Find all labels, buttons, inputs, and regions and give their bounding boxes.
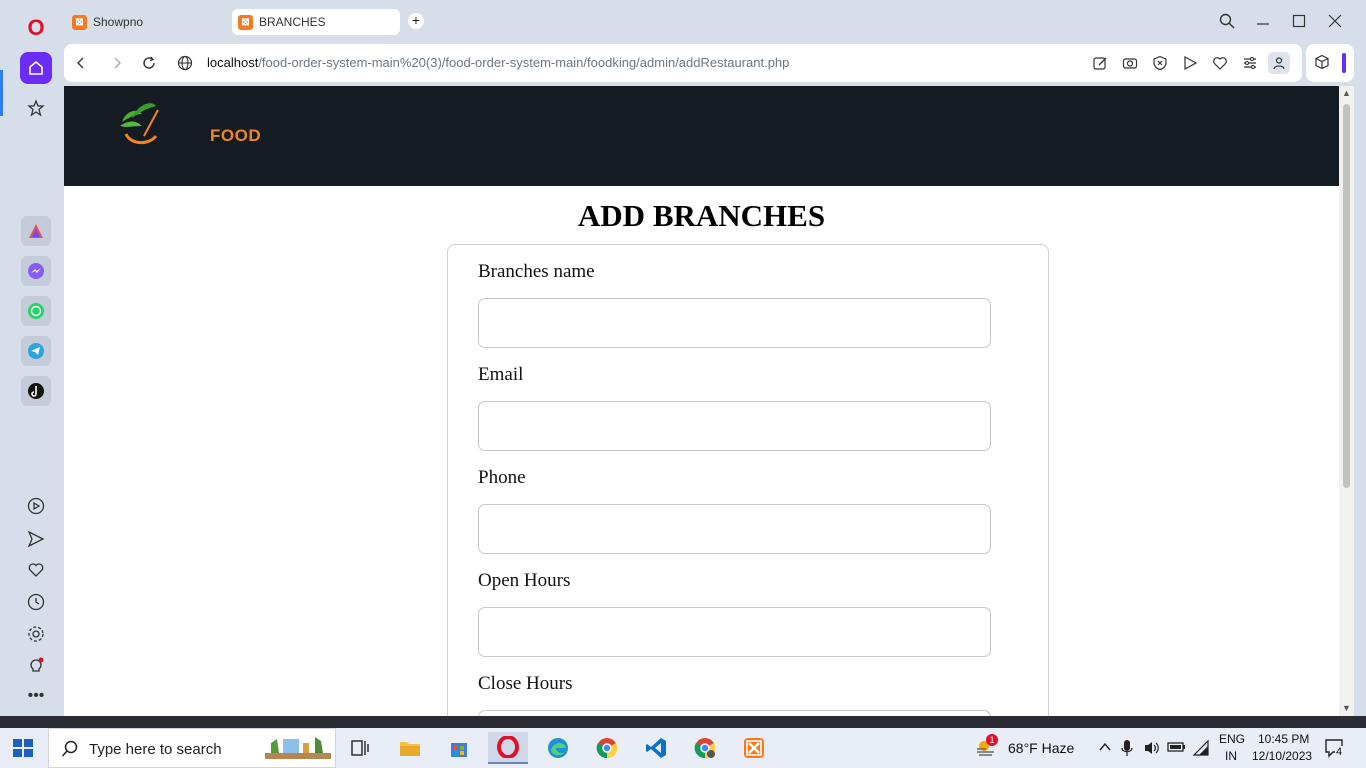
phone-label: Phone	[478, 467, 526, 488]
weather-alert-badge: 1	[986, 734, 998, 746]
wifi-icon[interactable]	[1192, 739, 1210, 762]
weather-icon[interactable]: 1	[974, 734, 998, 760]
heart-icon[interactable]	[24, 558, 48, 582]
windows-start-button[interactable]	[12, 738, 34, 758]
pinboards-star-icon[interactable]	[24, 96, 48, 120]
url-field[interactable]: localhost/food-order-system-main%20(3)/f…	[207, 55, 789, 70]
page-scrollbar[interactable]: ▲ ▼	[1339, 86, 1354, 716]
tiktok-icon[interactable]	[21, 376, 51, 406]
edge-icon[interactable]	[538, 732, 578, 764]
close-hours-label: Close Hours	[478, 673, 573, 694]
aria-ai-icon[interactable]	[21, 216, 51, 246]
minimize-button[interactable]	[1254, 12, 1272, 30]
file-explorer-icon[interactable]	[390, 732, 430, 764]
close-window-button[interactable]	[1326, 12, 1344, 30]
open-hours-input[interactable]	[478, 607, 991, 657]
add-branch-form: Branches name Email Phone Open Hours Clo…	[447, 244, 1049, 716]
forward-button[interactable]	[108, 54, 126, 72]
volume-speaker-icon[interactable]	[1143, 739, 1161, 762]
microsoft-store-icon[interactable]	[439, 732, 479, 764]
more-ellipsis-icon[interactable]: •••	[24, 684, 48, 708]
send-to-flow-icon[interactable]	[1181, 54, 1199, 72]
maximize-button[interactable]	[1290, 12, 1308, 30]
xampp-favicon-icon: ⊠	[72, 14, 87, 30]
taskbar-search-box[interactable]: Type here to search	[48, 728, 336, 768]
notification-count: 4	[1335, 746, 1344, 758]
windows-taskbar: Type here to search 1 68°F Haze ENG IN 1…	[0, 728, 1366, 768]
player-icon[interactable]	[24, 494, 48, 518]
settings-gear-icon[interactable]	[24, 622, 48, 646]
windows-logo-icon	[13, 739, 33, 757]
address-bar: localhost/food-order-system-main%20(3)/f…	[64, 44, 1302, 82]
tab-bar: ⊠ Showpno ⊠ BRANCHES +	[62, 0, 1366, 42]
whatsapp-icon[interactable]	[21, 296, 51, 326]
notifications-icon[interactable]: 4	[1324, 738, 1344, 763]
new-tab-button[interactable]: +	[408, 13, 424, 29]
language-primary[interactable]: ENG	[1219, 732, 1245, 746]
edit-snapshot-icon[interactable]	[1091, 54, 1109, 72]
telegram-icon[interactable]	[21, 336, 51, 366]
tab-search-icon[interactable]	[1218, 12, 1236, 30]
battery-icon[interactable]	[1167, 740, 1187, 759]
extensions-area	[1306, 44, 1354, 82]
sidebar-toggle-bar[interactable]	[1342, 53, 1346, 73]
site-header-banner: FOOD	[64, 86, 1339, 186]
clock-date[interactable]: 12/10/2023	[1252, 749, 1312, 763]
show-hidden-icons-chevron-icon[interactable]	[1098, 740, 1112, 759]
sidebar-active-indicator	[0, 70, 3, 116]
scroll-up-arrow-icon[interactable]: ▲	[1342, 89, 1351, 98]
branch-name-label: Branches name	[478, 261, 595, 282]
branch-name-input[interactable]	[478, 298, 991, 348]
history-clock-icon[interactable]	[24, 590, 48, 614]
background-window-strip	[0, 716, 1366, 728]
site-info-globe-icon[interactable]	[176, 54, 194, 72]
phone-input[interactable]	[478, 504, 991, 554]
url-host: localhost	[207, 55, 259, 70]
site-logo[interactable]: FOOD	[114, 96, 261, 146]
easy-setup-sliders-icon[interactable]	[1241, 54, 1259, 72]
email-label: Email	[478, 364, 524, 385]
search-icon	[61, 740, 78, 757]
microphone-icon[interactable]	[1121, 739, 1133, 762]
chrome-profile-icon[interactable]	[685, 732, 725, 764]
tab-branches[interactable]: ⊠ BRANCHES	[232, 9, 400, 35]
messenger-icon[interactable]	[21, 256, 51, 286]
search-placeholder: Type here to search	[89, 741, 222, 758]
extensions-cube-icon[interactable]	[1314, 54, 1330, 75]
xampp-taskbar-icon[interactable]	[734, 732, 774, 764]
xampp-favicon-icon: ⊠	[238, 14, 253, 30]
opera-taskbar-icon[interactable]	[488, 732, 528, 764]
tab-showpno[interactable]: ⊠ Showpno	[66, 9, 226, 35]
send-icon[interactable]	[24, 527, 48, 551]
search-highlight-art-icon	[265, 737, 331, 759]
tips-lightbulb-icon[interactable]	[24, 654, 48, 678]
page-title: ADD BRANCHES	[577, 198, 826, 233]
logo-text: FOOD	[210, 126, 262, 145]
open-hours-label: Open Hours	[478, 570, 571, 591]
scroll-down-arrow-icon[interactable]: ▼	[1342, 704, 1351, 713]
reload-button[interactable]	[140, 54, 158, 72]
tab-label: Showpno	[93, 15, 144, 29]
back-button[interactable]	[72, 54, 90, 72]
camera-icon[interactable]	[1121, 54, 1139, 72]
vscode-icon[interactable]	[636, 732, 676, 764]
page-viewport: FOOD ADD BRANCHES Branches name Email Ph…	[64, 86, 1354, 716]
scrollbar-thumb[interactable]	[1343, 104, 1350, 488]
profile-avatar-icon[interactable]	[1268, 52, 1290, 74]
task-view-icon[interactable]	[340, 732, 380, 764]
food-logo-icon	[120, 103, 159, 144]
opera-logo-icon[interactable]: O	[24, 16, 48, 40]
clock-time[interactable]: 10:45 PM	[1258, 732, 1309, 746]
tab-label: BRANCHES	[259, 15, 326, 29]
bookmark-heart-icon[interactable]	[1211, 54, 1229, 72]
home-button[interactable]	[20, 52, 52, 84]
adblock-shield-icon[interactable]	[1151, 54, 1169, 72]
language-region[interactable]: IN	[1225, 749, 1237, 763]
home-icon	[29, 60, 43, 75]
weather-text[interactable]: 68°F Haze	[1008, 740, 1074, 756]
email-input[interactable]	[478, 401, 991, 451]
browser-sidebar: O •••	[0, 0, 62, 718]
url-path: /food-order-system-main%20(3)/food-order…	[258, 55, 790, 70]
chrome-icon[interactable]	[587, 732, 627, 764]
